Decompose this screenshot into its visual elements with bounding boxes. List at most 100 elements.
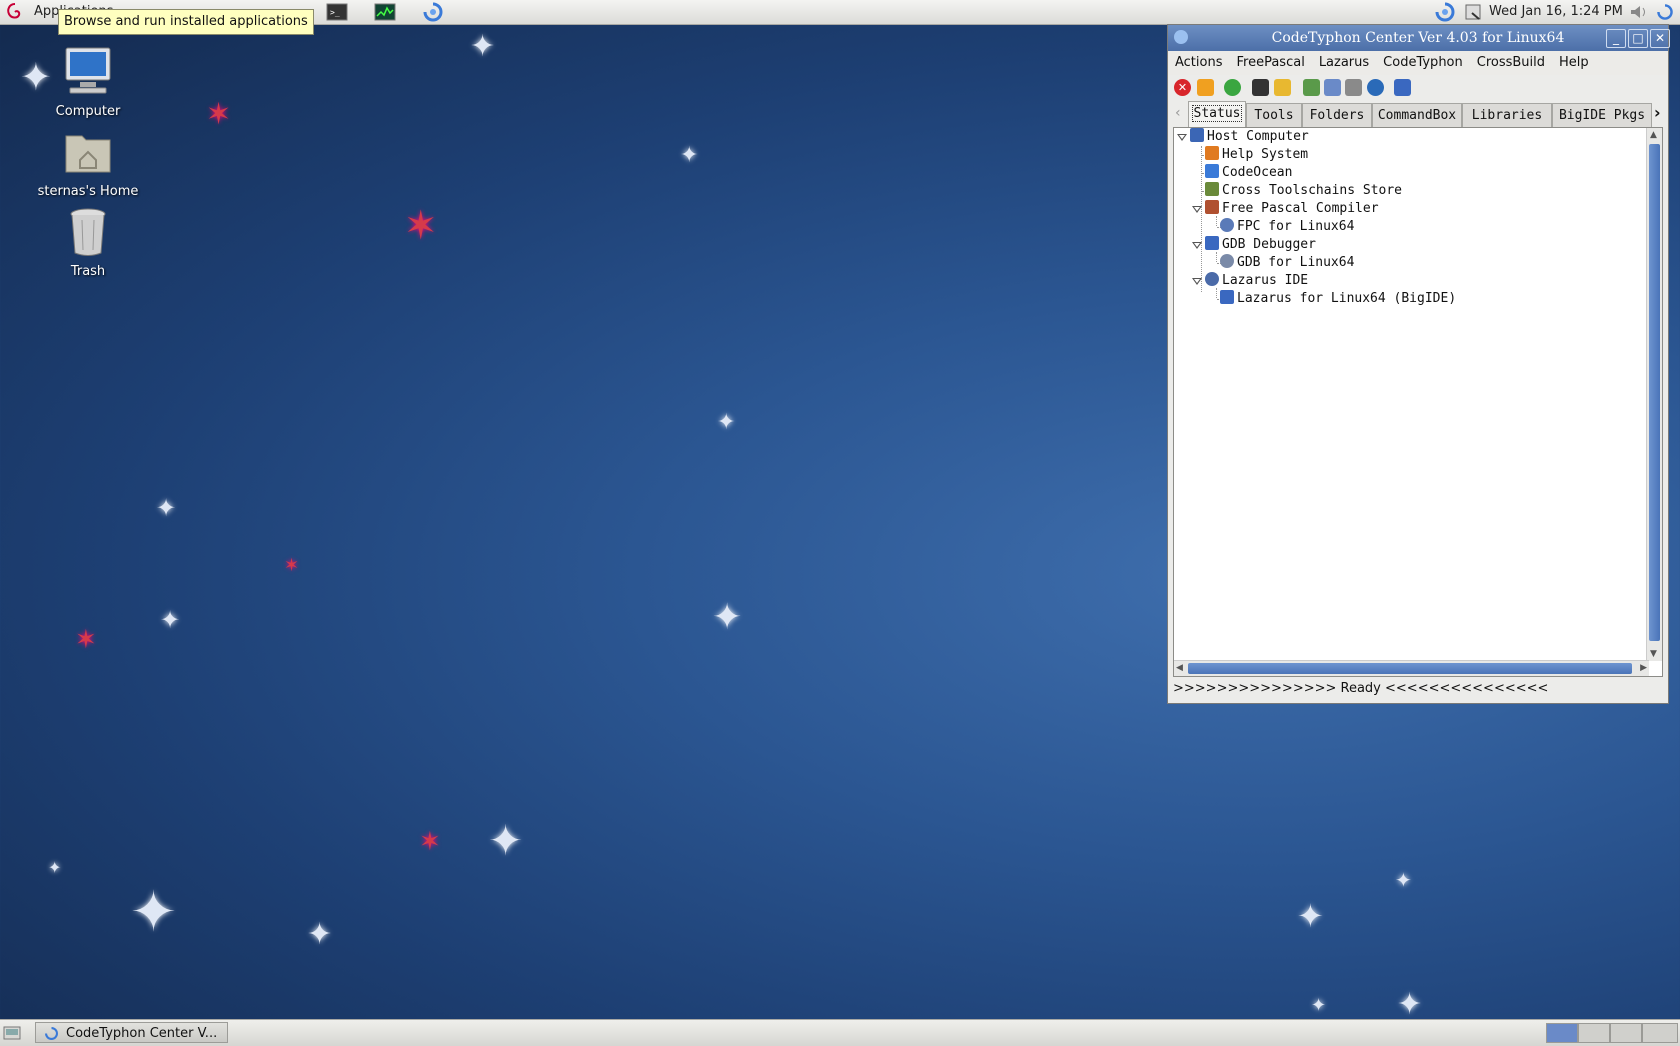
wallpaper-star: ✶ xyxy=(284,555,300,576)
volume-icon[interactable] xyxy=(1628,3,1650,21)
tree-node-gdb-linux64[interactable]: GDB for Linux64 xyxy=(1220,254,1354,272)
horizontal-scrollbar[interactable]: ◀ ▶ xyxy=(1174,660,1649,676)
show-desktop-icon[interactable] xyxy=(3,1024,21,1042)
codeocean-icon xyxy=(1205,164,1219,178)
expander-lazarus[interactable] xyxy=(1192,278,1202,285)
scroll-right-icon[interactable]: ▶ xyxy=(1640,663,1647,673)
tab-scroll-right-icon[interactable]: › xyxy=(1654,103,1661,122)
tree-node-fpc-linux64[interactable]: FPC for Linux64 xyxy=(1220,218,1354,236)
menu-actions[interactable]: Actions xyxy=(1168,51,1230,75)
menu-bar: Actions FreePascal Lazarus CodeTyphon CrossB… xyxy=(1168,51,1668,75)
bottom-panel: CodeTyphon Center V... xyxy=(0,1019,1680,1046)
clean-icon[interactable] xyxy=(1324,79,1341,96)
tree-node-cross-toolchains[interactable]: Cross Toolschains Store xyxy=(1205,182,1402,200)
wallpaper-star: ✶ xyxy=(404,203,438,249)
expander-host-computer[interactable] xyxy=(1177,134,1187,141)
tab-libraries[interactable]: Libraries xyxy=(1462,103,1552,127)
wallpaper-star: ✦ xyxy=(48,858,62,877)
wallpaper-star: ✶ xyxy=(206,97,232,132)
workspace-3[interactable] xyxy=(1610,1023,1642,1043)
wallpaper-star: ✦ xyxy=(712,597,743,638)
tools-icon[interactable] xyxy=(1345,79,1362,96)
folder-icon[interactable] xyxy=(1274,79,1291,96)
gear-icon xyxy=(1220,254,1234,268)
tab-scroll-left-icon[interactable]: ‹ xyxy=(1175,105,1181,121)
computer-icon xyxy=(65,47,111,94)
desktop-icon-label: Computer xyxy=(55,104,121,119)
menu-freepascal[interactable]: FreePascal xyxy=(1230,51,1312,75)
close-button[interactable]: ✕ xyxy=(1650,29,1670,48)
vertical-scroll-thumb[interactable] xyxy=(1649,144,1660,641)
tab-commandbox[interactable]: CommandBox xyxy=(1372,103,1462,127)
system-monitor-icon[interactable] xyxy=(374,3,396,21)
clock[interactable]: Wed Jan 16, 1:24 PM xyxy=(1489,4,1623,19)
tree-node-host-computer[interactable]: Host Computer xyxy=(1190,128,1309,146)
codetyphon-launcher-icon[interactable] xyxy=(422,1,444,23)
wallpaper-star: ✦ xyxy=(717,410,736,435)
tab-status[interactable]: Status xyxy=(1188,101,1246,127)
scroll-down-icon[interactable]: ▼ xyxy=(1650,649,1657,659)
bigide-icon[interactable] xyxy=(1394,79,1411,96)
tree-node-codeocean[interactable]: CodeOcean xyxy=(1205,164,1292,182)
search-tray-icon[interactable] xyxy=(1463,3,1485,21)
menu-crossbuild[interactable]: CrossBuild xyxy=(1470,51,1552,75)
tree-node-free-pascal-compiler[interactable]: Free Pascal Compiler xyxy=(1205,200,1379,218)
desktop-icon-trash[interactable]: Trash xyxy=(33,206,143,279)
computer-icon xyxy=(1190,128,1204,142)
tree-node-gdb-debugger[interactable]: GDB Debugger xyxy=(1205,236,1316,254)
desktop-icon-computer[interactable]: Computer xyxy=(33,46,143,119)
terminal-icon[interactable]: >_ xyxy=(326,3,348,21)
minimize-button[interactable]: _ xyxy=(1606,29,1626,48)
codetyphon-window: CodeTyphon Center Ver 4.03 for Linux64 _… xyxy=(1167,24,1670,704)
import-icon[interactable] xyxy=(1303,79,1320,96)
tree-node-lazarus-bigide[interactable]: Lazarus for Linux64 (BigIDE) xyxy=(1220,290,1456,308)
expander-free-pascal[interactable] xyxy=(1192,206,1202,213)
web-icon[interactable] xyxy=(1367,79,1384,96)
workspace-4[interactable] xyxy=(1642,1023,1678,1043)
menu-help[interactable]: Help xyxy=(1552,51,1596,75)
scroll-left-icon[interactable]: ◀ xyxy=(1176,663,1183,673)
bigide-icon xyxy=(1220,290,1234,304)
menu-lazarus[interactable]: Lazarus xyxy=(1312,51,1376,75)
wallpaper-star: ✶ xyxy=(419,827,441,857)
menu-codetyphon[interactable]: CodeTyphon xyxy=(1376,51,1470,75)
debian-logo-icon[interactable] xyxy=(5,2,23,22)
debugger-icon xyxy=(1205,236,1219,250)
tree-node-help-system[interactable]: Help System xyxy=(1205,146,1308,164)
terminal-icon[interactable] xyxy=(1252,79,1269,96)
refresh-icon[interactable] xyxy=(1224,79,1241,96)
wallpaper-star: ✦ xyxy=(488,816,524,865)
tab-bigide-pkgs[interactable]: BigIDE Pkgs xyxy=(1552,103,1652,127)
top-panel: Applications >_ Browse and run installed… xyxy=(0,0,1680,35)
taskbar-item-codetyphon[interactable]: CodeTyphon Center V... xyxy=(35,1022,228,1043)
lazarus-icon xyxy=(1205,272,1219,286)
stop-icon[interactable]: ✕ xyxy=(1174,79,1191,96)
desktop-icon-label: sternas's Home xyxy=(37,184,139,199)
maximize-button[interactable]: □ xyxy=(1628,29,1648,48)
codetyphon-icon xyxy=(45,1027,58,1040)
status-tree[interactable]: Host Computer Help System CodeOcean Cros… xyxy=(1173,127,1663,677)
compiler-icon xyxy=(1205,200,1219,214)
wallpaper-star: ✦ xyxy=(156,494,177,522)
scroll-up-icon[interactable]: ▲ xyxy=(1650,130,1657,140)
codetyphon-tray-icon-2[interactable] xyxy=(1655,3,1675,21)
download-icon[interactable] xyxy=(1197,79,1214,96)
window-title: CodeTyphon Center Ver 4.03 for Linux64 xyxy=(1271,30,1565,46)
horizontal-scroll-thumb[interactable] xyxy=(1188,663,1632,674)
codetyphon-tray-icon[interactable] xyxy=(1434,1,1456,23)
tab-tools[interactable]: Tools xyxy=(1246,103,1302,127)
workspace-1[interactable] xyxy=(1546,1023,1578,1043)
vertical-scrollbar[interactable]: ▲ ▼ xyxy=(1646,128,1662,661)
desktop-icon-label: Trash xyxy=(70,264,106,279)
window-titlebar[interactable]: CodeTyphon Center Ver 4.03 for Linux64 _… xyxy=(1168,25,1670,51)
tab-folders[interactable]: Folders xyxy=(1302,103,1372,127)
window-menu-icon[interactable] xyxy=(1174,30,1188,44)
home-folder-icon xyxy=(65,135,111,173)
tooltip: Browse and run installed applications xyxy=(58,9,314,35)
desktop-icon-home[interactable]: sternas's Home xyxy=(33,126,143,199)
workspace-2[interactable] xyxy=(1578,1023,1610,1043)
tree-node-lazarus-ide[interactable]: Lazarus IDE xyxy=(1205,272,1308,290)
wallpaper-star: ✦ xyxy=(160,606,181,634)
expander-gdb[interactable] xyxy=(1192,242,1202,249)
tree-connector xyxy=(1201,146,1202,292)
